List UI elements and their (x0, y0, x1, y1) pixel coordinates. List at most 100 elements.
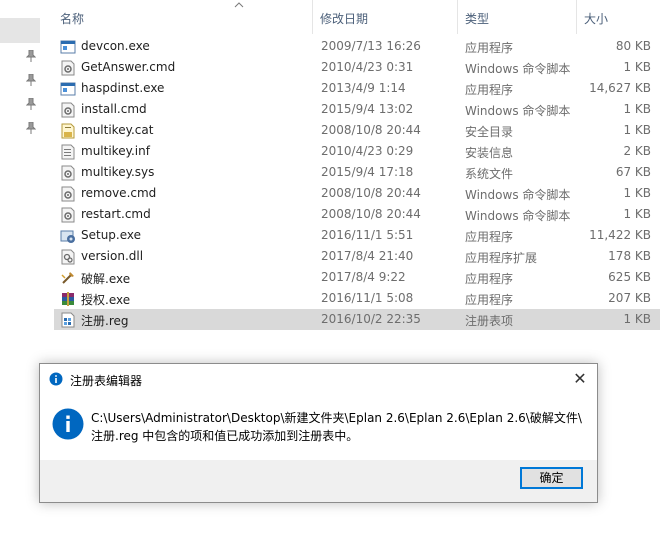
column-header-row: 名称 修改日期 类型 大小 (54, 0, 660, 34)
column-divider[interactable] (457, 0, 458, 34)
setup-icon (60, 228, 76, 244)
column-header-size[interactable]: 大小 (578, 0, 660, 34)
info-icon (49, 372, 63, 386)
file-type: 系统文件 (465, 167, 514, 181)
pin-icon[interactable] (26, 98, 36, 110)
file-name: install.cmd (81, 102, 147, 116)
file-name: multikey.cat (81, 123, 154, 137)
sys-gear-icon (60, 165, 76, 181)
file-row[interactable]: remove.cmd 2008/10/8 20:44 Windows 命令脚本 1 K… (54, 183, 660, 204)
pin-icon[interactable] (26, 122, 36, 134)
file-row[interactable]: multikey.cat 2008/10/8 20:44 安全目录 1 KB (54, 120, 660, 141)
dialog-titlebar: 注册表编辑器 ✕ (40, 364, 597, 394)
file-row[interactable]: devcon.exe 2009/7/13 16:26 应用程序 80 KB (54, 36, 660, 57)
dialog-message: C:\Users\Administrator\Desktop\新建文件夹\Epl… (91, 409, 586, 445)
pin-icon[interactable] (26, 74, 36, 86)
exe-window-icon (60, 81, 76, 97)
file-row[interactable]: 授权.exe 2016/11/1 5:08 应用程序 207 KB (54, 288, 660, 309)
file-row[interactable]: install.cmd 2015/9/4 13:02 Windows 命令脚本 1 K… (54, 99, 660, 120)
file-type: 应用程序 (465, 83, 514, 97)
column-header-type-label: 类型 (465, 12, 490, 26)
ok-button[interactable]: 确定 (520, 467, 583, 489)
close-button[interactable]: ✕ (563, 364, 597, 394)
column-header-date[interactable]: 修改日期 (314, 0, 456, 34)
info-icon (52, 408, 84, 440)
file-size: 1 KB (623, 102, 651, 116)
catalog-icon (60, 123, 76, 139)
file-name: 破解.exe (81, 272, 131, 286)
file-type: 应用程序 (465, 230, 514, 244)
file-name: devcon.exe (81, 39, 150, 53)
file-type: 应用程序扩展 (465, 251, 538, 265)
file-row[interactable]: 注册.reg 2016/10/2 22:35 注册表项 1 KB (54, 309, 660, 330)
file-date: 2016/11/1 5:51 (321, 228, 414, 242)
nav-selected-item[interactable] (0, 18, 40, 43)
file-size: 1 KB (623, 186, 651, 200)
reg-icon (60, 312, 76, 328)
pin-icon[interactable] (26, 50, 36, 62)
file-size: 207 KB (608, 291, 651, 305)
file-list: devcon.exe 2009/7/13 16:26 应用程序 80 KB GetAns… (54, 36, 660, 330)
file-date: 2015/9/4 17:18 (321, 165, 414, 179)
file-date: 2017/8/4 21:40 (321, 249, 414, 263)
file-type: Windows 命令脚本 (465, 62, 571, 76)
column-divider[interactable] (576, 0, 577, 34)
file-size: 67 KB (615, 165, 651, 179)
sort-ascending-icon (234, 2, 244, 8)
column-header-name-label: 名称 (60, 12, 85, 26)
column-header-date-label: 修改日期 (320, 12, 369, 26)
file-type: Windows 命令脚本 (465, 188, 571, 202)
file-size: 178 KB (608, 249, 651, 263)
file-row[interactable]: multikey.inf 2010/4/23 0:29 安装信息 2 KB (54, 141, 660, 162)
file-type: 安装信息 (465, 146, 514, 160)
file-name: Setup.exe (81, 228, 142, 242)
cmd-gear-icon (60, 207, 76, 223)
file-date: 2010/4/23 0:31 (321, 60, 414, 74)
file-type: 应用程序 (465, 272, 514, 286)
file-date: 2008/10/8 20:44 (321, 123, 421, 137)
file-type: 注册表项 (465, 314, 514, 328)
file-size: 1 KB (623, 60, 651, 74)
file-date: 2009/7/13 16:26 (321, 39, 421, 53)
file-name: 授权.exe (81, 293, 131, 307)
file-date: 2016/10/2 22:35 (321, 312, 421, 326)
file-row[interactable]: 破解.exe 2017/8/4 9:22 应用程序 625 KB (54, 267, 660, 288)
file-row[interactable]: GetAnswer.cmd 2010/4/23 0:31 Windows 命令脚本 1… (54, 57, 660, 78)
file-date: 2013/4/9 1:14 (321, 81, 406, 95)
column-header-type[interactable]: 类型 (459, 0, 577, 34)
file-row[interactable]: Setup.exe 2016/11/1 5:51 应用程序 11,422 KB (54, 225, 660, 246)
file-type: Windows 命令脚本 (465, 209, 571, 223)
file-row[interactable]: restart.cmd 2008/10/8 20:44 Windows 命令脚本 1 … (54, 204, 660, 225)
column-header-size-label: 大小 (584, 12, 609, 26)
file-size: 11,422 KB (589, 228, 651, 242)
file-date: 2010/4/23 0:29 (321, 144, 414, 158)
crack-tool-icon (60, 270, 76, 286)
file-size: 1 KB (623, 207, 651, 221)
file-type: Windows 命令脚本 (465, 104, 571, 118)
dialog-message-line2: 注册.reg 中包含的项和值已成功添加到注册表中。 (91, 429, 359, 443)
file-name: multikey.sys (81, 165, 155, 179)
file-name: haspdinst.exe (81, 81, 165, 95)
file-name: restart.cmd (81, 207, 151, 221)
file-name: remove.cmd (81, 186, 157, 200)
dialog-body: C:\Users\Administrator\Desktop\新建文件夹\Epl… (40, 394, 597, 460)
file-row[interactable]: version.dll 2017/8/4 21:40 应用程序扩展 178 KB (54, 246, 660, 267)
file-size: 1 KB (623, 312, 651, 326)
file-type: 应用程序 (465, 41, 514, 55)
column-header-name[interactable]: 名称 (54, 0, 309, 34)
dialog-message-line1: C:\Users\Administrator\Desktop\新建文件夹\Epl… (91, 411, 582, 425)
file-type: 应用程序 (465, 293, 514, 307)
file-row[interactable]: multikey.sys 2015/9/4 17:18 系统文件 67 KB (54, 162, 660, 183)
file-name: 注册.reg (81, 314, 129, 328)
dll-gear-icon (60, 249, 76, 265)
file-type: 安全目录 (465, 125, 514, 139)
navigation-pane (0, 0, 40, 536)
exe-window-icon (60, 39, 76, 55)
winrar-icon (60, 291, 76, 307)
file-name: multikey.inf (81, 144, 150, 158)
file-row[interactable]: haspdinst.exe 2013/4/9 1:14 应用程序 14,627 KB (54, 78, 660, 99)
file-name: version.dll (81, 249, 144, 263)
cmd-gear-icon (60, 60, 76, 76)
file-date: 2015/9/4 13:02 (321, 102, 414, 116)
column-divider[interactable] (312, 0, 313, 34)
